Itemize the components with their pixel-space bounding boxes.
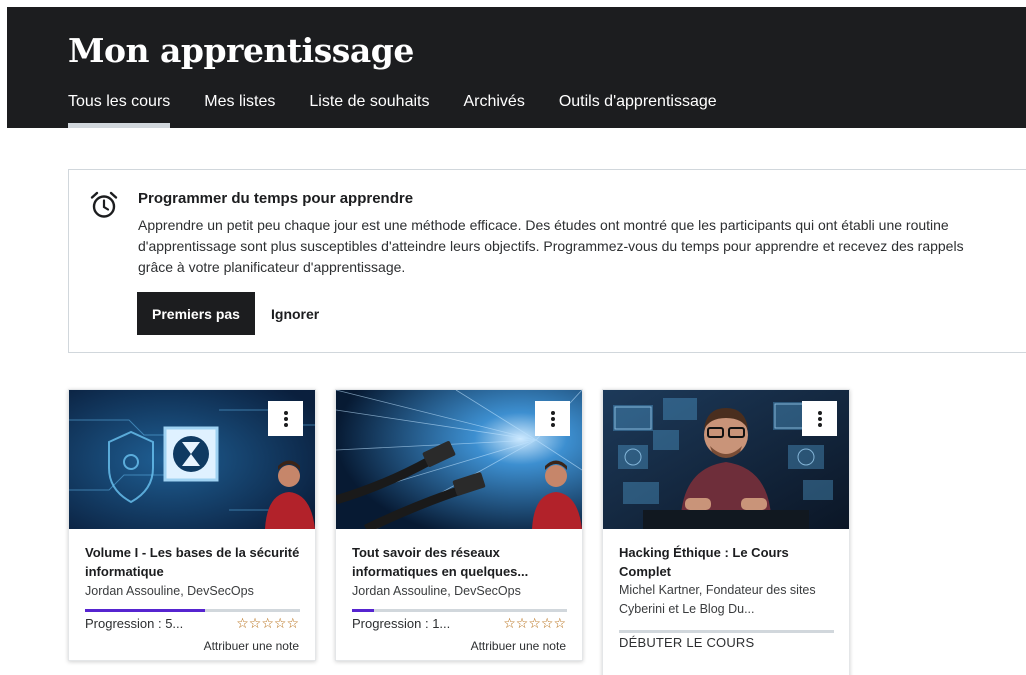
tab-learning-tools[interactable]: Outils d'apprentissage [559, 93, 717, 128]
banner-title: Programmer du temps pour apprendre [138, 190, 414, 207]
course-instructor: Jordan Assouline, DevSecOps [85, 584, 254, 598]
tab-my-lists[interactable]: Mes listes [204, 93, 275, 128]
leave-rating-link[interactable]: Attribuer une note [204, 639, 299, 653]
course-card[interactable]: Tout savoir des réseaux informatiques en… [335, 389, 583, 661]
leave-rating-link[interactable]: Attribuer une note [471, 639, 566, 653]
page-title: Mon apprentissage [68, 31, 414, 70]
course-thumbnail[interactable] [603, 390, 849, 529]
course-options-button[interactable] [535, 401, 570, 436]
course-options-button[interactable] [802, 401, 837, 436]
course-instructor: Michel Kartner, Fondateur des sites Cybe… [619, 583, 816, 616]
progress-bar [85, 609, 300, 612]
banner-description: Apprendre un petit peu chaque jour est u… [138, 217, 964, 275]
alarm-clock-icon [90, 191, 118, 218]
schedule-banner: Programmer du temps pour apprendre Appre… [68, 169, 1026, 353]
course-instructor: Jordan Assouline, DevSecOps [352, 584, 521, 598]
course-card[interactable]: Volume I - Les bases de la sécurité info… [68, 389, 316, 661]
course-card[interactable]: Hacking Éthique : Le Cours Complet Miche… [602, 389, 850, 675]
progress-label: Progression : 1... [352, 616, 451, 631]
more-vertical-icon [283, 410, 288, 427]
tab-wishlist[interactable]: Liste de souhaits [309, 93, 429, 128]
progress-bar [352, 609, 567, 612]
dismiss-button[interactable]: Ignorer [263, 292, 327, 335]
progress-fill [85, 609, 206, 612]
course-title[interactable]: Volume I - Les bases de la sécurité info… [85, 543, 303, 581]
progress-fill [352, 609, 374, 612]
progress-bar [619, 630, 834, 633]
rating-stars[interactable]: ☆☆☆☆☆ [503, 615, 566, 632]
course-thumbnail[interactable] [69, 390, 315, 529]
get-started-button[interactable]: Premiers pas [137, 292, 255, 335]
tab-archived[interactable]: Archivés [463, 93, 524, 128]
course-title[interactable]: Hacking Éthique : Le Cours Complet [619, 543, 837, 581]
more-vertical-icon [550, 410, 555, 427]
rating-stars[interactable]: ☆☆☆☆☆ [236, 615, 299, 632]
start-course-link[interactable]: DÉBUTER LE COURS [619, 635, 754, 650]
course-title[interactable]: Tout savoir des réseaux informatiques en… [352, 543, 570, 581]
tab-bar: Tous les cours Mes listes Liste de souha… [68, 93, 751, 128]
progress-label: Progression : 5... [85, 616, 184, 631]
tab-all-courses[interactable]: Tous les cours [68, 93, 171, 128]
more-vertical-icon [817, 410, 822, 427]
page-header: Mon apprentissage Tous les cours Mes lis… [7, 7, 1026, 128]
course-options-button[interactable] [268, 401, 303, 436]
course-thumbnail[interactable] [336, 390, 582, 529]
